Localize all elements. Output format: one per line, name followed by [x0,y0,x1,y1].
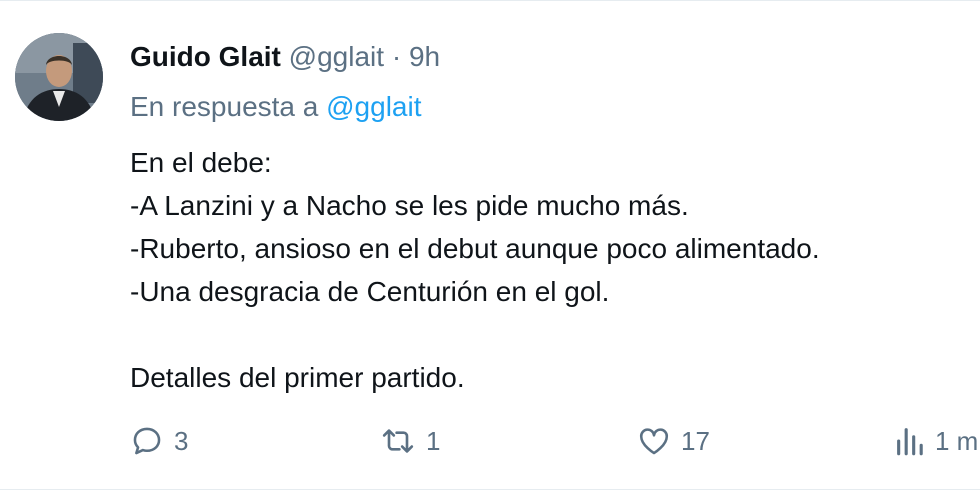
tweet-text-line: En el debe: [130,147,272,178]
author-name[interactable]: Guido Glait [130,41,281,72]
reply-handle-link[interactable]: @gglait [326,91,421,122]
reply-button[interactable]: 3 [130,419,188,463]
reply-context: En respuesta a @gglait [130,89,422,125]
author-handle[interactable]: @gglait [289,41,384,72]
tweet-text-line: Detalles del primer partido. [130,362,465,393]
retweet-icon [382,429,414,453]
tweet-text: En el debe: -A Lanzini y a Nacho se les … [130,141,820,399]
retweet-count: 1 [426,425,441,456]
tweet-header: Guido Glait @gglait · 9h [130,39,440,75]
header-separator: · [391,41,402,72]
reply-icon [133,427,161,455]
tweet-text-line [130,313,820,356]
retweet-button[interactable]: 1 [380,419,440,463]
like-icon [639,428,669,455]
stats-icon [897,428,923,456]
like-button[interactable]: 17 [637,419,710,463]
reply-prefix: En respuesta a [130,91,319,122]
tweet-card[interactable]: Guido Glait @gglait · 9h En respuesta a … [0,0,980,500]
avatar[interactable] [15,33,103,121]
reply-count: 3 [174,425,189,456]
tweet-text-line: -Una desgracia de Centurión en el gol. [130,276,610,307]
tweet-timestamp[interactable]: 9h [409,41,440,72]
like-count: 17 [681,425,710,456]
tweet-text-line: -Ruberto, ansioso en el debut aunque poc… [130,233,820,264]
stats-count: 1 m [935,425,979,456]
avatar-image [15,33,103,121]
stats-button[interactable]: 1 m [895,419,978,463]
tweet-actions: 3 1 17 1 m [130,419,980,463]
tweet-text-line: -A Lanzini y a Nacho se les pide mucho m… [130,190,689,221]
